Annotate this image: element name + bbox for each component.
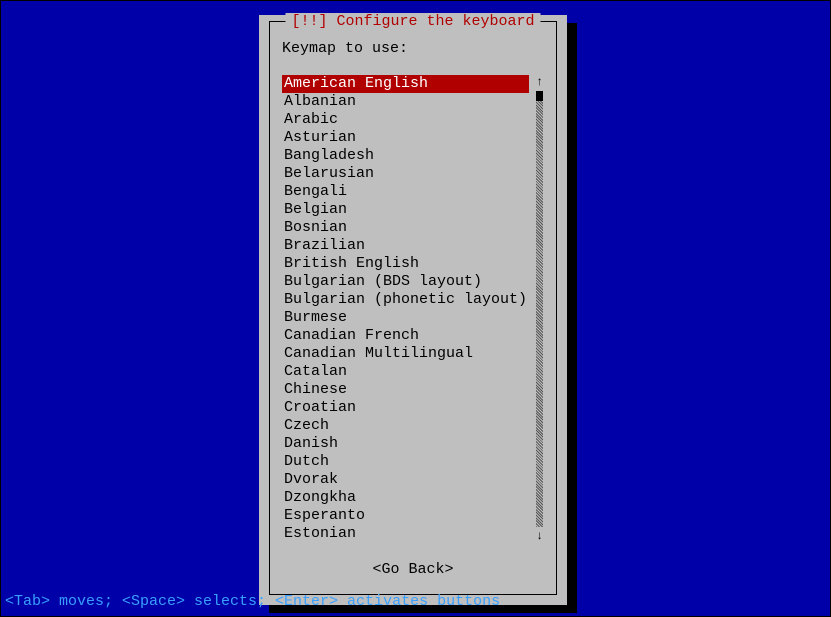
go-back-button[interactable]: <Go Back> [282, 561, 544, 578]
list-item[interactable]: Croatian [282, 399, 529, 417]
keymap-list[interactable]: American EnglishAlbanianArabicAsturianBa… [282, 75, 529, 543]
list-item[interactable]: Arabic [282, 111, 529, 129]
list-item[interactable]: Catalan [282, 363, 529, 381]
list-item[interactable]: Canadian Multilingual [282, 345, 529, 363]
scroll-track[interactable] [536, 91, 543, 527]
list-item[interactable]: British English [282, 255, 529, 273]
list-item[interactable]: Asturian [282, 129, 529, 147]
list-item[interactable]: Bangladesh [282, 147, 529, 165]
dialog: [!!] Configure the keyboard Keymap to us… [259, 15, 567, 605]
help-bar: <Tab> moves; <Space> selects; <Enter> ac… [5, 593, 500, 610]
list-item[interactable]: Danish [282, 435, 529, 453]
list-item[interactable]: Estonian [282, 525, 529, 543]
scroll-thumb[interactable] [536, 91, 543, 101]
scrollbar[interactable]: ↑ ↓ [535, 75, 544, 543]
scroll-down-icon[interactable]: ↓ [536, 529, 543, 543]
list-item[interactable]: Dzongkha [282, 489, 529, 507]
list-item[interactable]: Canadian French [282, 327, 529, 345]
list-item[interactable]: Esperanto [282, 507, 529, 525]
scroll-up-icon[interactable]: ↑ [536, 75, 543, 89]
list-item[interactable]: Bulgarian (BDS layout) [282, 273, 529, 291]
list-item[interactable]: Albanian [282, 93, 529, 111]
list-item[interactable]: Burmese [282, 309, 529, 327]
list-item[interactable]: Dvorak [282, 471, 529, 489]
list-item[interactable]: Czech [282, 417, 529, 435]
dialog-prompt: Keymap to use: [282, 40, 544, 57]
dialog-border: [!!] Configure the keyboard Keymap to us… [269, 21, 557, 595]
list-item[interactable]: Belgian [282, 201, 529, 219]
list-item[interactable]: Bulgarian (phonetic layout) [282, 291, 529, 309]
list-item[interactable]: Belarusian [282, 165, 529, 183]
keymap-list-area: American EnglishAlbanianArabicAsturianBa… [282, 75, 544, 543]
list-item[interactable]: American English [282, 75, 529, 93]
list-item[interactable]: Chinese [282, 381, 529, 399]
dialog-title: [!!] Configure the keyboard [285, 13, 540, 30]
list-item[interactable]: Bengali [282, 183, 529, 201]
list-item[interactable]: Brazilian [282, 237, 529, 255]
list-item[interactable]: Dutch [282, 453, 529, 471]
list-item[interactable]: Bosnian [282, 219, 529, 237]
